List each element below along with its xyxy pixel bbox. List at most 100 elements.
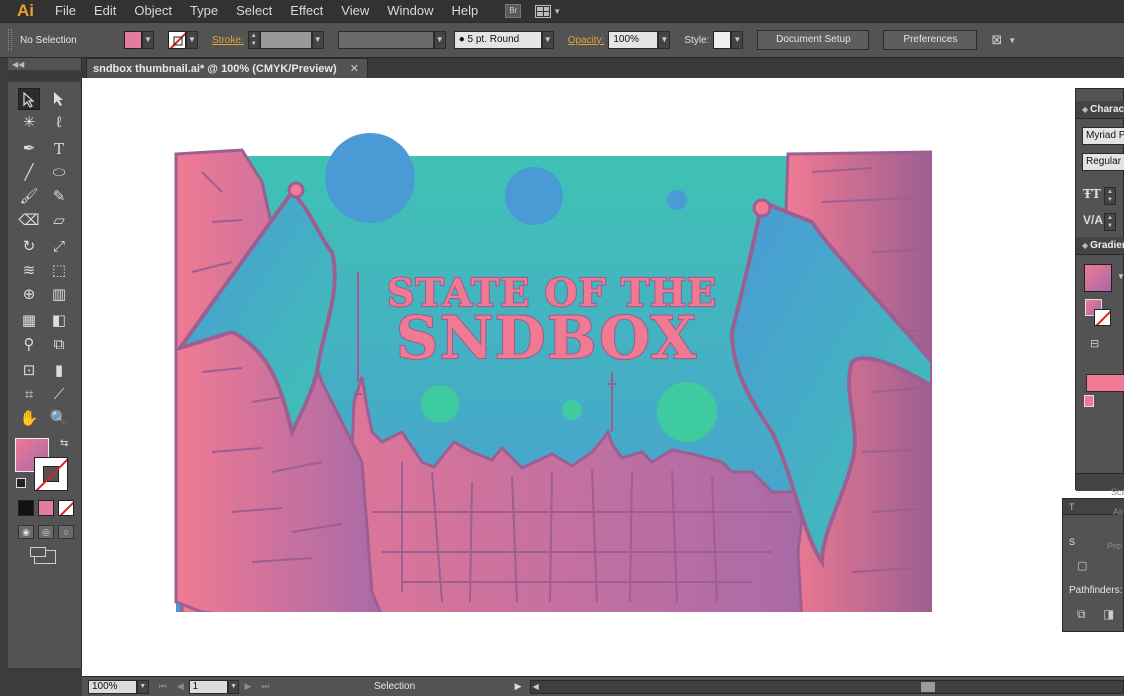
pencil-tool-icon[interactable]: ✎ — [48, 186, 70, 208]
line-segment-tool-icon[interactable]: ╱ — [18, 162, 40, 184]
color-mode-button[interactable] — [18, 500, 34, 516]
stroke-weight-dropdown[interactable]: ▼ — [311, 31, 324, 49]
none-mode-button[interactable] — [58, 500, 74, 516]
sndbox-artwork[interactable]: STATE OF THE SNDBOX — [172, 132, 932, 612]
artboard-tool-icon[interactable]: ⌗ — [18, 384, 40, 406]
font-family-field[interactable]: Myriad Pro — [1082, 127, 1124, 145]
brush-dropdown[interactable]: ▼ — [541, 31, 554, 49]
stroke-dropdown[interactable]: ▼ — [186, 31, 198, 49]
zoom-tool-icon[interactable]: 🔍 — [48, 408, 70, 430]
unite-icon[interactable]: ▢ — [1077, 559, 1087, 572]
last-artboard-icon[interactable]: ⏭ — [261, 681, 269, 692]
collapse-icon[interactable]: ◀◀ — [12, 60, 24, 69]
ellipse-tool-icon[interactable]: ⬭ — [48, 162, 70, 184]
menu-object[interactable]: Object — [125, 0, 181, 22]
scroll-left-icon[interactable]: ◀ — [533, 681, 539, 693]
gradient-type-icon[interactable]: ⊟ — [1090, 337, 1099, 350]
width-tool-icon[interactable]: ≋ — [18, 260, 40, 282]
default-fill-stroke-icon[interactable] — [16, 478, 26, 488]
opacity-field[interactable]: 100% — [608, 31, 659, 49]
stroke-swatch[interactable] — [168, 31, 186, 49]
menu-select[interactable]: Select — [227, 0, 281, 22]
slice-tool-icon[interactable]: ⟋ — [48, 384, 70, 406]
menu-edit[interactable]: Edit — [85, 0, 125, 22]
document-tab[interactable]: sndbox thumbnail.ai* @ 100% (CMYK/Previe… — [86, 58, 368, 78]
artboard-dropdown[interactable]: ▼ — [227, 679, 240, 694]
stroke-weight-field[interactable] — [259, 31, 312, 49]
column-graph-tool-icon[interactable]: ▮ — [48, 360, 70, 382]
magic-wand-tool-icon[interactable]: ✳ — [18, 112, 40, 134]
hand-tool-icon[interactable]: ✋ — [18, 408, 40, 430]
character-panel-header[interactable]: ◆Character — [1076, 101, 1124, 119]
menu-file[interactable]: File — [46, 0, 85, 22]
eraser-tool-icon[interactable]: ▱ — [48, 210, 70, 232]
screen-mode-icon[interactable] — [30, 547, 56, 564]
free-transform-tool-icon[interactable]: ⬚ — [48, 260, 70, 282]
gradient-stop[interactable] — [1084, 395, 1094, 407]
paintbrush-tool-icon[interactable]: 🖌 — [18, 186, 40, 208]
brush-definition[interactable]: ● 5 pt. Round — [453, 31, 542, 49]
swap-fill-stroke-icon[interactable]: ⇆ — [60, 438, 68, 449]
opacity-dropdown[interactable]: ▼ — [658, 31, 671, 49]
grip-handle[interactable] — [8, 29, 12, 51]
draw-normal-icon[interactable]: ◉ — [18, 525, 34, 539]
kerning-stepper[interactable]: ▲ ▼ — [1104, 213, 1116, 231]
artboard-canvas[interactable]: STATE OF THE SNDBOX — [82, 78, 1124, 676]
fill-swatch[interactable] — [124, 31, 142, 49]
pen-tool-icon[interactable]: ✒ — [18, 138, 40, 160]
gradient-panel-header[interactable]: ◆Gradient — [1076, 237, 1124, 255]
draw-behind-icon[interactable]: ◎ — [38, 525, 54, 539]
symbol-sprayer-tool-icon[interactable]: ⊡ — [18, 360, 40, 382]
variable-width-profile[interactable] — [337, 31, 434, 49]
blob-brush-tool-icon[interactable]: ⌫ — [18, 210, 40, 232]
trim-icon[interactable]: ◨ — [1103, 607, 1117, 621]
preferences-button[interactable]: Preferences — [883, 30, 978, 50]
style-swatch[interactable] — [713, 31, 732, 49]
divide-icon[interactable]: ⧉ — [1077, 607, 1091, 621]
gradient-slider[interactable] — [1086, 374, 1124, 392]
menu-effect[interactable]: Effect — [281, 0, 332, 22]
gradient-mode-button[interactable] — [38, 500, 54, 516]
direct-selection-tool-icon[interactable] — [48, 88, 70, 110]
tools-panel-header[interactable] — [8, 70, 82, 82]
scale-tool-icon[interactable]: ⤢ — [48, 236, 70, 258]
gradient-preview[interactable] — [1084, 264, 1112, 292]
graph-tool-icon[interactable]: ▥ — [48, 284, 70, 306]
scrollbar-thumb[interactable] — [920, 681, 935, 692]
close-icon[interactable]: ✕ — [350, 59, 359, 79]
blend-tool-icon[interactable]: ⧉ — [48, 334, 70, 356]
shape-builder-tool-icon[interactable]: ⊕ — [18, 284, 40, 306]
bridge-button[interactable]: Br — [505, 4, 522, 18]
rotate-tool-icon[interactable]: ↻ — [18, 236, 40, 258]
eyedropper-tool-icon[interactable]: ⚲ — [18, 334, 40, 356]
fill-dropdown[interactable]: ▼ — [142, 31, 154, 49]
chevron-down-icon[interactable]: ▼ — [1117, 272, 1124, 281]
gradient-tool-icon[interactable]: ◧ — [48, 310, 70, 332]
draw-inside-icon[interactable]: ○ — [58, 525, 74, 539]
gradient-stroke-box[interactable] — [1094, 309, 1111, 326]
first-artboard-icon[interactable]: ⏮ — [159, 681, 167, 692]
document-setup-button[interactable]: Document Setup — [757, 30, 870, 50]
play-icon[interactable]: ▶ — [515, 681, 522, 692]
chevron-down-icon[interactable]: ▼ — [553, 7, 561, 16]
stroke-label[interactable]: Stroke: — [212, 35, 244, 46]
artboard-number-field[interactable]: 1 — [188, 679, 228, 694]
menu-type[interactable]: Type — [181, 0, 227, 22]
menu-window[interactable]: Window — [378, 0, 442, 22]
selection-tool-icon[interactable] — [18, 88, 40, 110]
stroke-color-box[interactable] — [34, 457, 68, 491]
font-size-stepper[interactable]: ▲ ▼ — [1104, 187, 1116, 205]
variable-width-dropdown[interactable]: ▼ — [433, 31, 446, 49]
style-dropdown[interactable]: ▼ — [731, 31, 744, 49]
next-artboard-icon[interactable]: ▶ — [244, 681, 251, 692]
lasso-tool-icon[interactable]: ℓ — [48, 112, 70, 134]
stroke-weight-stepper[interactable]: ▲ ▼ — [247, 31, 260, 49]
horizontal-scrollbar[interactable]: ◀ — [529, 679, 1124, 694]
opacity-label[interactable]: Opacity: — [568, 35, 605, 46]
arrange-documents-icon[interactable] — [535, 4, 552, 18]
chevron-down-icon[interactable]: ▼ — [1008, 36, 1016, 45]
zoom-dropdown[interactable]: ▼ — [136, 679, 149, 694]
previous-artboard-icon[interactable]: ◀ — [177, 681, 184, 692]
menu-view[interactable]: View — [332, 0, 378, 22]
font-style-field[interactable]: Regular — [1082, 153, 1124, 171]
